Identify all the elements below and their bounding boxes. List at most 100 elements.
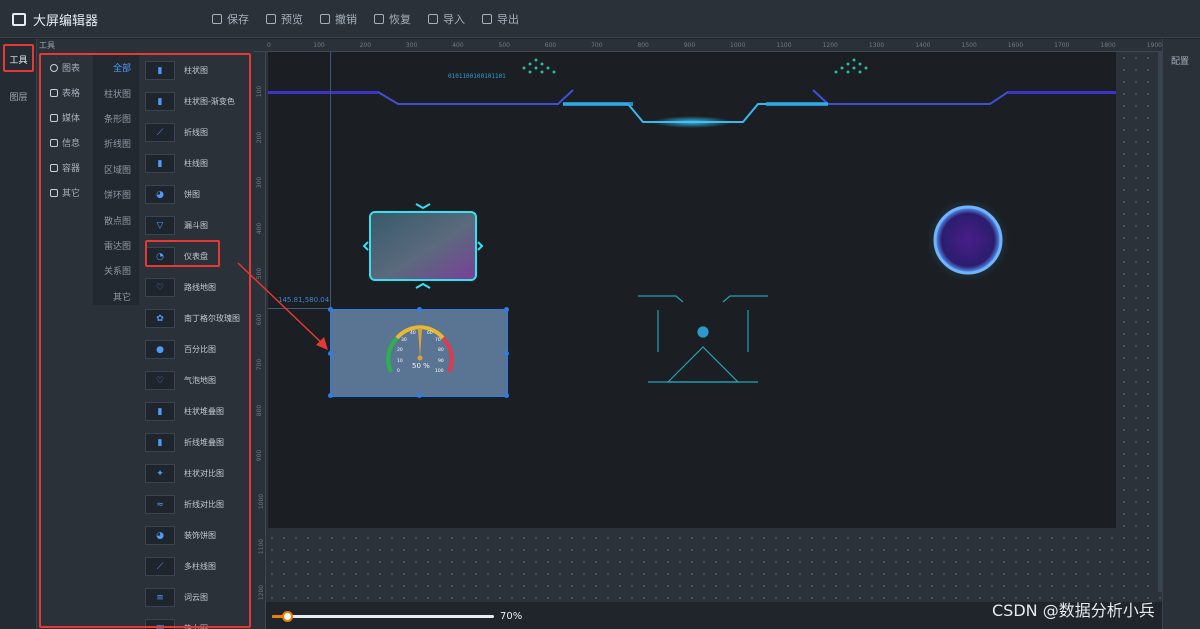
other-icon xyxy=(50,188,58,197)
group-item[interactable]: 媒体 xyxy=(41,105,93,130)
sub-category-item[interactable]: 饼环图 xyxy=(93,182,139,207)
chart-item[interactable]: ▮ 柱线图 xyxy=(141,148,253,179)
sub-category-item[interactable]: 散点图 xyxy=(93,207,139,232)
group-item[interactable]: 容器 xyxy=(41,155,93,180)
toolbar-export-button[interactable]: 导出 xyxy=(482,11,519,27)
toolbar-preview-button[interactable]: 预览 xyxy=(266,11,303,27)
border-frame-decoration xyxy=(362,203,484,289)
group-label: 媒体 xyxy=(62,114,81,124)
chart-item[interactable]: ≡ 词云图 xyxy=(141,582,253,613)
chart-thumb-icon: ⟋ xyxy=(145,123,175,142)
chart-thumb-icon: ⟋ xyxy=(145,557,175,576)
ruler-tick-label: 1100 xyxy=(258,538,266,555)
ruler-tick-label: 400 xyxy=(452,42,464,49)
chart-thumb-icon: ▮ xyxy=(145,92,175,111)
rail-tab-tools[interactable]: 工具 xyxy=(0,42,37,76)
group-label: 容器 xyxy=(62,164,81,174)
ruler-tick-label: 700 xyxy=(256,358,264,371)
tool-panel: 工具 图表 表格媒体信息容器其它 全部 柱状图 条形图 折线图 区域图 饼环图 散点图 雷达图关… xyxy=(37,39,253,629)
ruler-tick-label: 800 xyxy=(256,404,264,416)
chart-item-label: 折线对比图 xyxy=(184,500,224,509)
ruler-tick-label: 700 xyxy=(591,42,603,49)
svg-text:40: 40 xyxy=(410,330,416,336)
chart-item[interactable]: ⟋ 多柱线图 xyxy=(141,551,253,582)
resize-handle-se[interactable] xyxy=(504,393,509,398)
group-item[interactable]: 其它 xyxy=(41,180,93,205)
chart-thumb-icon: ≈ xyxy=(145,495,175,514)
sub-category-item[interactable]: 其它 xyxy=(93,284,139,309)
export-icon xyxy=(482,14,492,24)
ruler-tick-label: 1200 xyxy=(822,42,838,49)
chart-item[interactable]: ▦ 热力图 xyxy=(141,613,253,629)
zoom-label: 70% xyxy=(500,611,523,622)
sub-category-item[interactable]: 雷达图 xyxy=(93,233,139,258)
ruler-tick-label: 1900 xyxy=(1146,42,1162,49)
selected-gauge-widget[interactable]: 0 10 20 30 40 60 70 80 90 100 xyxy=(328,307,509,398)
ruler-tick-label: 300 xyxy=(405,42,418,49)
chart-item[interactable]: ⟋ 折线图 xyxy=(141,117,253,148)
resize-handle-ne[interactable] xyxy=(504,307,509,312)
group-item[interactable]: 信息 xyxy=(41,130,93,155)
panel-title: 工具 xyxy=(39,41,55,50)
toolbar-save-button[interactable]: 保存 xyxy=(212,11,249,27)
resize-handle-s[interactable] xyxy=(417,393,422,398)
ruler-tick-label: 1400 xyxy=(915,42,931,49)
resize-handle-n[interactable] xyxy=(417,307,422,312)
redo-icon xyxy=(374,14,384,24)
resize-handle-e[interactable] xyxy=(504,351,509,356)
svg-text:100: 100 xyxy=(435,368,444,374)
sub-category-item[interactable]: 全部 xyxy=(93,55,139,80)
chart-item-label: 路线地图 xyxy=(184,283,216,292)
ruler-tick-label: 900 xyxy=(256,449,264,462)
group-item[interactable]: 表格 xyxy=(41,80,93,105)
toolbar-undo-button[interactable]: 撤销 xyxy=(320,11,357,27)
chart-item[interactable]: ▮ 柱状图-渐变色 xyxy=(141,86,253,117)
zoom-slider-track[interactable] xyxy=(272,615,494,618)
group-list: 图表 表格媒体信息容器其它 xyxy=(41,55,93,205)
toolbar-redo-button[interactable]: 恢复 xyxy=(374,11,411,27)
sub-category-item[interactable]: 条形图 xyxy=(93,106,139,131)
chart-item[interactable]: ◕ 饼图 xyxy=(141,179,253,210)
chart-thumb-icon: ≡ xyxy=(145,588,175,607)
chart-icon xyxy=(50,63,58,72)
sub-category-item[interactable]: 关系图 xyxy=(93,258,139,283)
chart-item[interactable]: ▮ 柱状图 xyxy=(141,55,253,86)
resize-handle-sw[interactable] xyxy=(328,393,333,398)
sub-category-item[interactable]: 折线图 xyxy=(93,131,139,156)
chart-thumb-icon: ● xyxy=(145,340,175,359)
app-window: 大屏编辑器 保存 预览 撤销 恢复 导入 导出 工具 图层 工具 图表 表格 媒体 信息 容器 其它… xyxy=(0,0,1200,629)
undo-icon xyxy=(320,14,330,24)
sub-category-item[interactable]: 区域图 xyxy=(93,157,139,182)
ruler-tick-label: 900 xyxy=(683,42,696,49)
config-tab[interactable]: 配置 xyxy=(1171,54,1189,67)
chart-item[interactable]: ▽ 漏斗图 xyxy=(141,210,253,241)
chart-thumb-icon: ▮ xyxy=(145,402,175,421)
chart-thumb-icon: ♡ xyxy=(145,371,175,390)
chart-item[interactable]: ♡ 气泡地图 xyxy=(141,365,253,396)
group-item[interactable]: 图表 xyxy=(41,55,93,80)
sub-category-list: 全部 柱状图 条形图 折线图 区域图 饼环图 散点图 雷达图 关系图 其它 xyxy=(93,55,139,305)
left-rail: 工具 图层 xyxy=(0,39,37,629)
ruler-tick-label: 500 xyxy=(498,42,510,49)
group-label: 信息 xyxy=(62,139,81,149)
chart-thumb-icon: ▮ xyxy=(145,433,175,452)
rail-tab-layers[interactable]: 图层 xyxy=(0,79,37,113)
chart-item[interactable]: ✦ 柱状对比图 xyxy=(141,458,253,489)
save-icon xyxy=(212,14,222,24)
chart-item-label: 漏斗图 xyxy=(184,221,208,230)
chart-item-label: 柱状对比图 xyxy=(184,469,224,478)
ruler-tick-label: 100 xyxy=(256,85,264,98)
chart-thumb-icon: ▮ xyxy=(145,61,175,80)
chart-item[interactable]: ▮ 折线堆叠图 xyxy=(141,427,253,458)
sub-category-item[interactable]: 柱状图 xyxy=(93,80,139,105)
design-screen[interactable]: 0101100100101101 xyxy=(268,52,1116,528)
toolbar: 保存 预览 撤销 恢复 导入 导出 xyxy=(212,11,536,27)
chart-item[interactable]: ◕ 装饰饼图 xyxy=(141,520,253,551)
chart-item[interactable]: ▮ 柱状堆叠图 xyxy=(141,396,253,427)
svg-text:70: 70 xyxy=(435,337,441,343)
chart-item[interactable]: ≈ 折线对比图 xyxy=(141,489,253,520)
chart-item-label: 柱线图 xyxy=(184,159,208,168)
toolbar-import-button[interactable]: 导入 xyxy=(428,11,465,27)
table-icon xyxy=(50,88,58,97)
toolbar-label: 导入 xyxy=(443,13,465,26)
